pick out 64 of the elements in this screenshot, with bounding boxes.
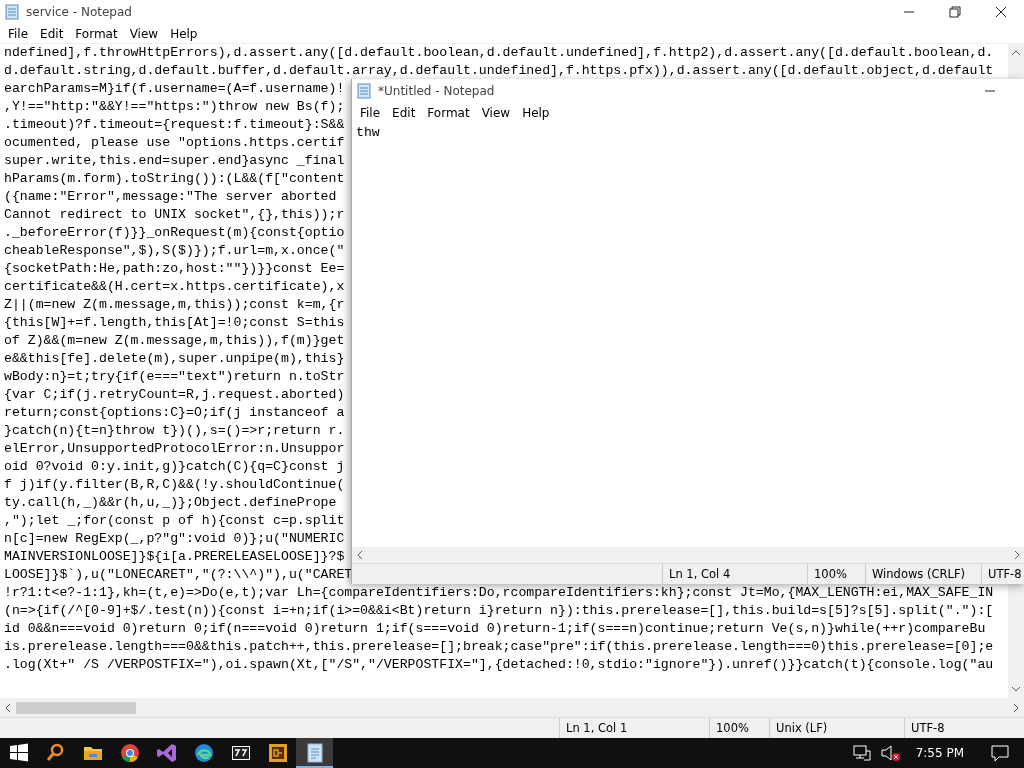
code-line: super.write,this.end=super.end}async _final	[4, 152, 345, 170]
code-line: earchParams=M}if(f.username=(A=f.username)!	[4, 80, 345, 98]
code-line: return;const{options:C}=O;if(j instanceof a	[4, 404, 345, 422]
window-title: *Untitled - Notepad	[378, 84, 495, 98]
code-line: {this[W]+=f.length,this[At]=!0;const S=this	[4, 314, 345, 332]
code-line: Cannot redirect to UNIX socket",{},this));r	[4, 206, 345, 224]
horizontal-scrollbar[interactable]	[352, 547, 1024, 563]
text-editor[interactable]: thw	[352, 122, 1024, 547]
code-line: d.default.string,d.default.buffer,d.default.array,d.default.undefined],f.https.pfx)),d.assert.any([d.default.object,d.default	[4, 62, 994, 80]
code-line: (n=>{if(/^[0-9]+$/.test(n)){const i=+n;if(i>=0&&i<Bt)return i}return n}):this.prerelease=[],this.build=s[5]?s[5].split("."):[	[4, 602, 994, 620]
notification-icon[interactable]	[990, 743, 1010, 763]
encoding: UTF-8	[981, 564, 1024, 584]
code-line: is.prerelease.length===0&&this.patch++,this.prerelease=[];break;case"pre":if(this.prerelease.length===0)this.prerelease=[0];e	[4, 638, 994, 656]
code-line: e&&this[fe].delete(m),super.unpipe(m),this}	[4, 350, 345, 368]
code-line: {socketPath:He,path:zo,host:""})}}const Ee=	[4, 260, 345, 278]
code-line: ty.call(h,_)&&r(h,u,_)};Object.definePrope	[4, 494, 337, 512]
code-line: LOOSE]}$`),u("LONECARET","(?:\\^)"),u("CARET	[4, 566, 353, 584]
code-line: !r?1:t<e?-1:1},kh=(t,e)=>Do(e,t);var Lh={compareIdentifiers:Do,rcompareIdentifiers:kh};const Jt=Mo,{MAX_LENGTH:ei,MAX_SAFE_IN	[4, 584, 994, 602]
code-line: hParams(m.form).toString()):(L&&(f["content	[4, 170, 345, 188]
menu-item[interactable]: View	[123, 26, 165, 41]
zoom-level: 100%	[807, 564, 865, 584]
cursor-position: Ln 1, Col 4	[662, 564, 807, 584]
code-line: cheableResponse",$),S($)});f.url=m,x.once("	[4, 242, 345, 260]
code-line: f j)if(y.filter(B,R,C)&&(!y.shouldContinue(	[4, 476, 345, 494]
code-line: ,");let _;for(const p of h){const c=p.split	[4, 512, 345, 530]
menu-item[interactable]: Edit	[34, 26, 70, 41]
menu-item[interactable]: File	[354, 105, 387, 120]
code-line: id 0&&n===void 0)return 0;if(n===void 0)return 1;if(s===void 0)return-1;if(s===n)continue;return Ve(s,n)}while(++r)compareBu	[4, 620, 986, 638]
code-line: ocumented, please use "options.https.certif	[4, 134, 345, 152]
typed-text: thw	[356, 124, 381, 142]
code-line: .timeout)?f.timeout={request:f.timeout}:S&&	[4, 116, 345, 134]
code-line: {var C;if(j.retryCount=R,j.request.aborted)	[4, 386, 345, 404]
taskbar-button[interactable]	[296, 738, 333, 768]
code-line: Z||(m=new Z(m.message,m,this));const k=m,{r	[4, 296, 345, 314]
infinity-icon	[154, 741, 179, 765]
scroll-thumb[interactable]	[16, 701, 136, 714]
code-line: certificate&&(H.cert=x.https.certificate),x	[4, 278, 345, 296]
code-line: ndefined],f.throwHttpErrors),d.assert.any([d.default.boolean,d.default.undefined],f.http2),d.assert.any([d.default.boolean,d.	[4, 44, 994, 62]
menu-item[interactable]: Format	[69, 26, 124, 41]
code-line: oid 0?void 0:y.init,g)}catch(C){q=C}const j	[4, 458, 345, 476]
menu-item[interactable]: File	[2, 26, 35, 41]
code-line: ,Y!=="http:"&&Y!=="https:")throw new Bs(f);	[4, 98, 345, 116]
menu-item[interactable]: View	[475, 105, 517, 120]
network-icon[interactable]	[851, 743, 872, 763]
code-line: ._beforeError(f)}}_onRequest(m){const{optio	[4, 224, 345, 242]
window-title: service - Notepad	[26, 5, 132, 19]
line-ending: Windows (CRLF)	[865, 564, 981, 584]
horizontal-scrollbar[interactable]	[0, 698, 1024, 717]
menu-item[interactable]: Help	[516, 105, 556, 120]
notepad-icon	[4, 4, 20, 20]
muted-speaker-icon[interactable]	[879, 743, 902, 763]
menu-item[interactable]: Help	[164, 26, 204, 41]
code-line: ({name:"Error",message:"The server aborted	[4, 188, 337, 206]
clock[interactable]: 7:55 PM	[915, 746, 964, 760]
code-line: of Z)&&(m=new Z(m.message,m,this)),f(m)}get	[4, 332, 345, 350]
code-line: MAINVERSIONLOOSE]}${i[a.PRERELEASELOOSE]}?$	[4, 548, 345, 566]
code-line: .log(Xt+" /S /VERPOSTFIX="),oi.spawn(Xt,["/S","/VERPOSTFIX="],{detached:!0,stdio:"ignore"}).unref()}}catch(t){console.log("au	[4, 656, 994, 674]
code-line: elError,UnsupportedProtocolError:n.Unsuppor	[4, 440, 345, 458]
menu-item[interactable]: Format	[421, 105, 476, 120]
notepad-icon	[356, 83, 372, 99]
menu-item[interactable]: Edit	[386, 105, 422, 120]
code-line: wBody:n}=t;try{if(e==="text")return n.toStr	[4, 368, 345, 386]
code-line: n[c]=new RegExp(_,p?"g":void 0)};u("NUMERIC	[4, 530, 345, 548]
code-line: }catch(n){t=n}throw t})(),s=()=>r;return r.	[4, 422, 345, 440]
